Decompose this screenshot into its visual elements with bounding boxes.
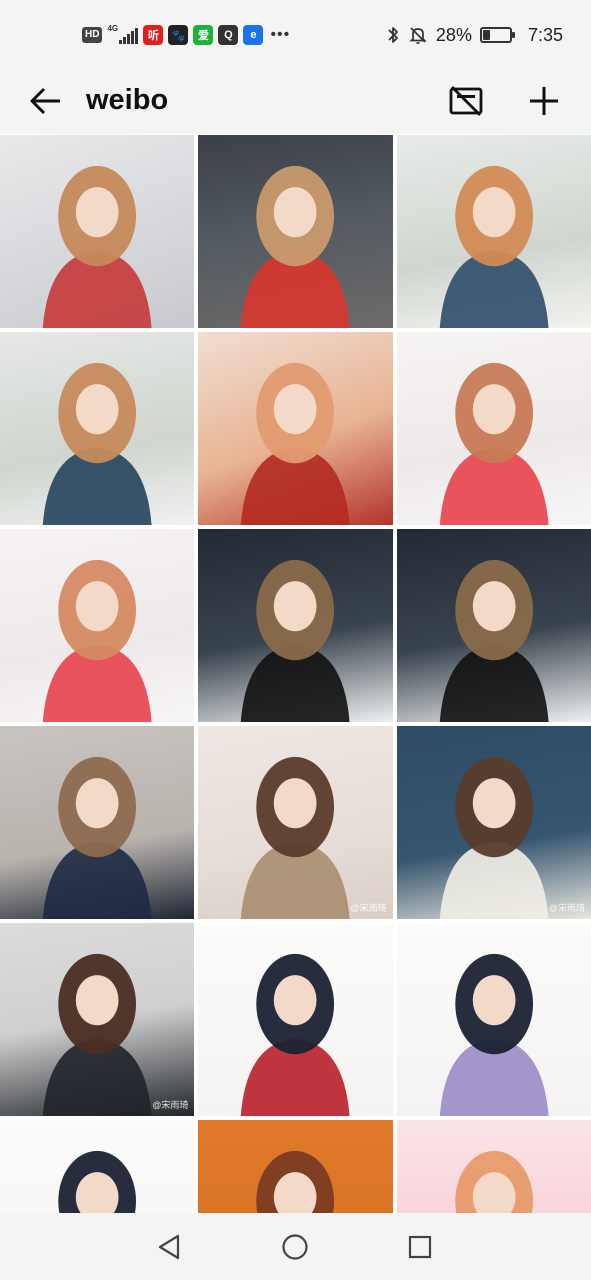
navigation-bar	[0, 1213, 591, 1280]
photo-thumbnail[interactable]	[0, 332, 195, 525]
cast-button[interactable]	[444, 80, 488, 122]
nav-home-button[interactable]	[275, 1227, 315, 1267]
photo-thumbnail[interactable]: @宋雨琦	[198, 726, 393, 919]
status-bar: HD 4G 听 🐾 爱 Qe ••• 28% 7:35	[0, 0, 591, 68]
back-button[interactable]	[24, 80, 66, 122]
photo-thumbnail[interactable]	[396, 135, 591, 328]
bluetooth-icon	[388, 27, 398, 43]
photo-watermark: @宋雨琦	[548, 903, 585, 913]
qq-app-icon: Q	[218, 25, 239, 45]
app-bar: weibo	[0, 68, 591, 134]
photo-thumbnail[interactable]	[0, 529, 195, 722]
pet-app-icon: 🐾	[168, 25, 189, 45]
triangle-back-icon	[158, 1234, 180, 1260]
notification-icons: 听 🐾 爱 Qe	[143, 25, 264, 45]
page-title: weibo	[86, 84, 169, 116]
photo-thumbnail[interactable]	[396, 1120, 591, 1213]
network-type: 4G	[107, 24, 119, 33]
status-bar-right: 28% 7:35	[386, 20, 563, 50]
photo-watermark: @宋雨琦	[152, 1100, 189, 1110]
battery-icon	[479, 27, 515, 43]
signal-icon: 4G	[107, 24, 139, 44]
photo-thumbnail[interactable]	[0, 726, 195, 919]
circle-home-icon	[282, 1234, 308, 1260]
photo-grid: @宋雨琦 @宋雨琦 @宋雨琦	[0, 135, 591, 1213]
photo-watermark: @宋雨琦	[350, 903, 387, 913]
add-button[interactable]	[522, 80, 566, 122]
nav-back-button[interactable]	[149, 1227, 189, 1267]
browser-app-icon: e	[243, 25, 264, 45]
more-notifications-icon: •••	[270, 26, 291, 43]
square-recents-icon	[408, 1235, 432, 1259]
hd-badge: HD	[82, 27, 103, 43]
photo-thumbnail[interactable]	[198, 332, 393, 525]
photo-thumbnail[interactable]	[396, 923, 591, 1116]
back-arrow-icon	[30, 87, 60, 115]
battery-percent: 28%	[435, 24, 472, 45]
status-bar-left: HD 4G 听 🐾 爱 Qe •••	[82, 22, 290, 48]
photo-thumbnail[interactable]	[198, 923, 393, 1116]
plus-icon	[530, 87, 558, 115]
photo-thumbnail[interactable]	[0, 1120, 195, 1213]
photo-thumbnail[interactable]	[198, 1120, 393, 1213]
photo-thumbnail[interactable]: @宋雨琦	[396, 726, 591, 919]
photo-thumbnail[interactable]: @宋雨琦	[0, 923, 195, 1116]
ting-app-icon: 听	[143, 25, 164, 45]
clock: 7:35	[527, 24, 563, 45]
mute-bell-icon	[409, 27, 427, 44]
photo-thumbnail[interactable]	[198, 529, 393, 722]
photo-thumbnail[interactable]	[0, 135, 195, 328]
nav-recents-button[interactable]	[400, 1227, 440, 1267]
no-cast-icon	[449, 86, 483, 116]
photo-thumbnail[interactable]	[396, 529, 591, 722]
iqiyi-app-icon: 爱	[193, 25, 214, 45]
photo-thumbnail[interactable]	[198, 135, 393, 328]
photo-thumbnail[interactable]	[396, 332, 591, 525]
